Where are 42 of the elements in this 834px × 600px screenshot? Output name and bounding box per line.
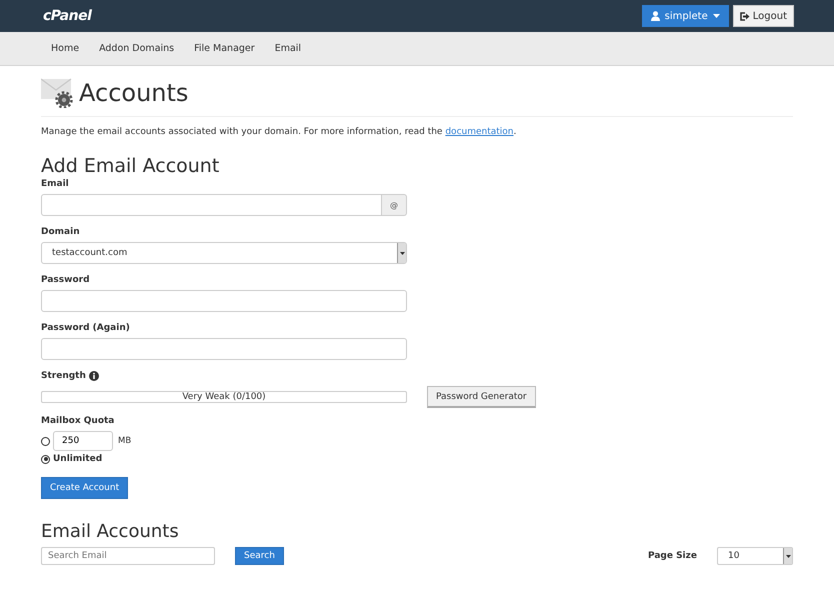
at-sign-addon: @ bbox=[382, 194, 407, 216]
page-size-label: Page Size bbox=[648, 551, 697, 561]
password-field[interactable] bbox=[41, 290, 407, 312]
create-account-button[interactable]: Create Account bbox=[41, 477, 128, 499]
field-label: Password bbox=[41, 275, 91, 285]
field-label: Domain bbox=[41, 227, 81, 237]
page-title: Accounts bbox=[79, 79, 188, 107]
search-button[interactable]: Search bbox=[235, 547, 284, 565]
logo[interactable]: cPanel bbox=[43, 8, 92, 24]
nav-link[interactable]: Email bbox=[274, 43, 302, 54]
option-label: Unlimited bbox=[53, 454, 102, 464]
password-confirm-field[interactable] bbox=[41, 338, 407, 360]
field-label: Strength bbox=[41, 371, 86, 381]
field-label: Email bbox=[41, 179, 70, 189]
radio-button[interactable] bbox=[41, 454, 50, 464]
password-generator-button[interactable]: Password Generator bbox=[427, 386, 536, 408]
section-heading: Add Email Account bbox=[41, 155, 220, 177]
unit-label: MB bbox=[118, 436, 132, 446]
caret-icon bbox=[400, 252, 404, 254]
logout-button[interactable]: Logout bbox=[732, 5, 794, 27]
user-menu-button[interactable]: simplete bbox=[642, 5, 729, 27]
email-field[interactable] bbox=[41, 194, 382, 216]
search-field[interactable]: Search Email bbox=[41, 547, 215, 565]
info-icon bbox=[88, 371, 99, 381]
page-size-select[interactable]: 10 bbox=[717, 547, 793, 565]
caret-icon bbox=[786, 554, 790, 558]
intro-text: Manage the email accounts associated with your domain. For more information, read the documentation. bbox=[41, 127, 518, 137]
radio-button[interactable] bbox=[41, 436, 50, 446]
field-label: Password (Again) bbox=[41, 323, 131, 333]
section-heading: Email Accounts bbox=[41, 521, 180, 543]
envelope-gear-icon bbox=[41, 78, 73, 108]
nav-link[interactable]: File Manager bbox=[194, 43, 255, 54]
nav-link[interactable]: Home bbox=[51, 43, 80, 54]
field-label: Mailbox Quota bbox=[41, 416, 116, 426]
sign-out-icon bbox=[740, 12, 750, 20]
nav-link[interactable]: Addon Domains bbox=[99, 43, 174, 54]
caret-icon bbox=[712, 14, 720, 18]
quota-field[interactable]: 250 bbox=[53, 431, 113, 451]
domain-select[interactable]: testaccount.com bbox=[41, 242, 407, 264]
documentation-link[interactable]: documentation bbox=[445, 127, 514, 137]
user-icon bbox=[650, 11, 660, 21]
strength-reading: Very Weak (0/100) bbox=[181, 392, 267, 402]
